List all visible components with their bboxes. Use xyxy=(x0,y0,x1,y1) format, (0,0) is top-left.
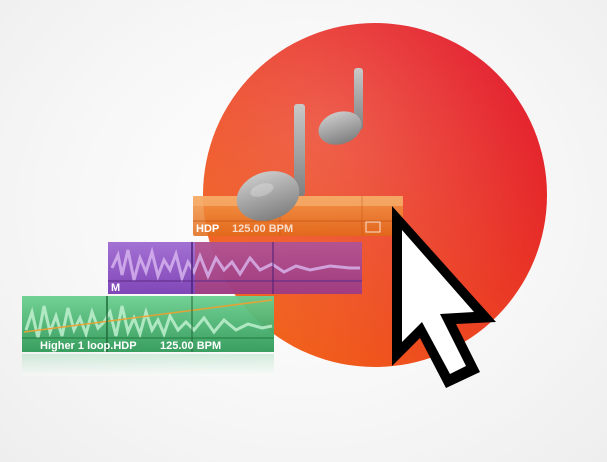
green-audio-region: Higher 1 loop.HDP 125.00 BPM xyxy=(22,296,274,352)
purple-audio-region: M xyxy=(108,242,362,294)
green-region-name: Higher 1 loop.HDP xyxy=(40,340,137,352)
purple-region-name: M xyxy=(111,282,120,294)
orange-audio-region: HDP 125.00 BPM xyxy=(193,196,403,236)
orange-region-tempo: 125.00 BPM xyxy=(232,223,293,235)
illustration-artwork: HDP 125.00 BPM M Higher 1 loop.HDP 125.0… xyxy=(22,23,547,388)
orange-region-name: HDP xyxy=(196,223,219,235)
green-region-tempo: 125.00 BPM xyxy=(160,340,221,352)
green-region-reflection xyxy=(22,354,274,376)
illustration-stage: HDP 125.00 BPM M Higher 1 loop.HDP 125.0… xyxy=(0,0,607,462)
